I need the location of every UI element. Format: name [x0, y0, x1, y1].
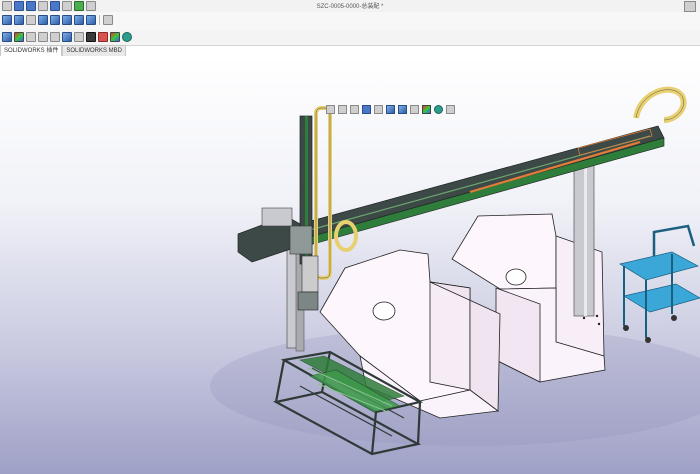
rgb-icon[interactable]: [14, 32, 24, 42]
section-icon[interactable]: [74, 32, 84, 42]
hide-show-items-icon[interactable]: [410, 104, 419, 114]
shaded-icon[interactable]: [14, 15, 24, 25]
sketch-icon[interactable]: [103, 15, 113, 25]
section-view-icon[interactable]: [38, 15, 48, 25]
command-manager-tabs: SOLIDWORKS 插件 SOLIDWORKS MBD: [0, 45, 127, 56]
cable-chain: [469, 140, 641, 194]
model-scene[interactable]: [0, 56, 700, 474]
section-view-icon[interactable]: [362, 104, 371, 114]
dark-scene-icon[interactable]: [86, 32, 96, 42]
parts-cart[interactable]: [619, 224, 700, 343]
tab-solidworks-mbd[interactable]: SOLIDWORKS MBD: [62, 45, 127, 56]
display-style-icon[interactable]: [398, 104, 407, 114]
display-style-icon[interactable]: [50, 15, 60, 25]
tab-solidworks-addins[interactable]: SOLIDWORKS 插件: [0, 45, 63, 56]
ribbon: [0, 12, 700, 31]
command-bar: [0, 30, 700, 46]
view-orientation-icon[interactable]: [2, 15, 12, 25]
cart-handle: [652, 224, 696, 256]
decal-icon[interactable]: [98, 32, 108, 42]
camera-icon[interactable]: [38, 32, 48, 42]
wireframe-icon[interactable]: [26, 15, 36, 25]
spindle-hole-left: [372, 301, 396, 321]
dynamic-annotation-icon[interactable]: [374, 104, 383, 114]
cable-loop-vertical: [314, 106, 332, 280]
graphics-viewport[interactable]: [0, 56, 700, 474]
previous-view-icon[interactable]: [350, 104, 359, 114]
color-wheel-icon[interactable]: [110, 32, 120, 42]
edit-appearance-icon[interactable]: [422, 104, 431, 114]
cube-icon[interactable]: [62, 32, 72, 42]
view-settings-icon[interactable]: [446, 104, 455, 114]
zoom-to-area-icon[interactable]: [338, 104, 347, 114]
apply-scene-icon[interactable]: [434, 104, 443, 114]
zoom-icon[interactable]: [50, 32, 60, 42]
heads-up-view-toolbar: [326, 104, 455, 114]
zoom-to-fit-icon[interactable]: [326, 104, 335, 114]
ribbon-separator: [99, 15, 100, 25]
lighting-icon[interactable]: [26, 32, 36, 42]
pin-icon[interactable]: [684, 1, 696, 12]
spindle-hole-right: [505, 268, 527, 286]
hide-show-icon[interactable]: [62, 15, 72, 25]
render-icon[interactable]: [122, 32, 132, 42]
view-orientation-icon[interactable]: [386, 104, 395, 114]
appearance-icon[interactable]: [2, 32, 12, 42]
apply-scene-icon[interactable]: [86, 15, 96, 25]
edit-appearance-icon[interactable]: [74, 15, 84, 25]
document-title: SZC-0005-0000-总装配 *: [316, 4, 384, 10]
